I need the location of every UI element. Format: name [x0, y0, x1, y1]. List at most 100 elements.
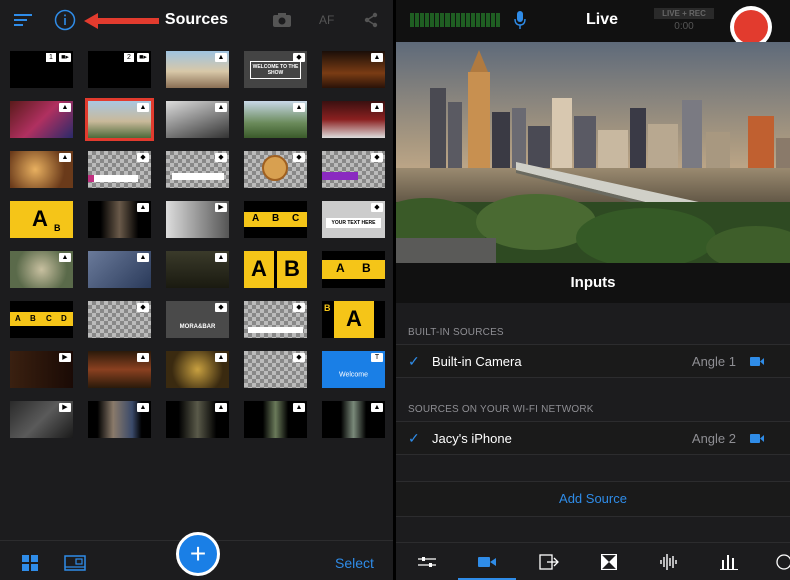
layers-icon: ◆ — [215, 153, 227, 162]
layers-icon: ◆ — [293, 153, 305, 162]
source-tile-photo[interactable]: ▲ — [322, 51, 385, 88]
source-tile-photo[interactable]: ▲ — [166, 401, 229, 438]
microphone-icon[interactable] — [512, 10, 528, 30]
plus-icon: + — [189, 538, 207, 569]
tile-letter: B — [324, 303, 331, 313]
source-angle: Angle 1 — [691, 354, 736, 369]
add-source-button[interactable]: Add Source — [396, 481, 790, 517]
source-tile-photo[interactable]: ▲ — [88, 401, 151, 438]
source-tile-overlay[interactable]: ◆ — [88, 301, 151, 338]
source-tile-title-welcome-blue[interactable]: T Welcome — [322, 351, 385, 388]
image-icon: ▲ — [137, 403, 149, 412]
image-icon: ▲ — [293, 403, 305, 412]
source-tile-camera-2[interactable]: 2 ■▸ — [88, 51, 151, 88]
source-row-built-in-camera[interactable]: ✓ Built-in Camera Angle 1 — [396, 344, 790, 378]
source-tile-photo[interactable]: ▲ — [244, 101, 307, 138]
tile-letter: B — [362, 261, 371, 275]
menu-icon[interactable] — [12, 9, 34, 31]
camera-icon[interactable] — [272, 11, 292, 29]
source-tile-overlay[interactable]: ◆ — [244, 351, 307, 388]
layers-icon: ◆ — [137, 303, 149, 312]
lower-third-bar — [172, 173, 224, 180]
layers-icon: ◆ — [293, 53, 305, 62]
wifi-sources-label: SOURCES ON YOUR WI-FI NETWORK — [408, 404, 594, 415]
chat-icon[interactable] — [772, 553, 790, 571]
audio-level-meter — [410, 13, 501, 27]
source-tile-logo-morabar[interactable]: ◆ MORA&BAR — [166, 301, 229, 338]
source-tile-split-ab[interactable]: A B — [10, 201, 73, 238]
live-bottom-toolbar — [396, 542, 790, 580]
layout-view-icon[interactable] — [64, 555, 86, 571]
tile-letter: A — [251, 256, 267, 281]
source-tile-photo[interactable]: ▲ — [166, 351, 229, 388]
sliders-icon[interactable] — [416, 553, 438, 571]
source-tile-video[interactable]: ▶ — [166, 201, 229, 238]
logo-graphic — [262, 155, 288, 181]
camera-inputs-icon[interactable] — [476, 553, 498, 571]
source-tile-logo[interactable]: ◆ — [244, 151, 307, 188]
source-tile-photo[interactable]: ▲ — [10, 151, 73, 188]
source-tile-photo[interactable]: ▲ — [10, 101, 73, 138]
annotation-arrow-icon — [84, 13, 159, 29]
layers-icon: ◆ — [293, 303, 305, 312]
image-icon: ▲ — [59, 253, 71, 262]
source-tile-video[interactable]: ▶ — [10, 401, 73, 438]
tile-title-text: MORA&BAR — [179, 323, 216, 330]
tile-title-text: YOUR TEXT HERE — [326, 218, 381, 229]
image-icon: ▲ — [215, 53, 227, 62]
grid-view-icon[interactable] — [22, 555, 38, 571]
image-icon: ▲ — [137, 103, 149, 112]
source-tile-lower-third[interactable]: ◆ — [88, 151, 151, 188]
stats-bars-icon[interactable] — [718, 553, 740, 571]
source-tile-photo[interactable]: ▲ — [322, 101, 385, 138]
share-icon[interactable] — [362, 11, 380, 29]
checkmark-icon: ✓ — [408, 430, 420, 446]
source-tile-photo-selected[interactable]: ▲ — [85, 98, 154, 141]
inputs-header: Inputs — [396, 263, 790, 303]
source-tile-photo[interactable]: ▲ — [244, 401, 307, 438]
layers-icon: ◆ — [293, 353, 305, 362]
source-row-jacys-iphone[interactable]: ✓ Jacy's iPhone Angle 2 — [396, 421, 790, 455]
tile-letter: C — [292, 213, 300, 224]
image-icon: ▲ — [137, 253, 149, 262]
source-tile-lower-third[interactable]: ◆ — [322, 151, 385, 188]
source-tile-title-your-text[interactable]: ◆ YOUR TEXT HERE — [322, 201, 385, 238]
video-camera-icon: ■▸ — [59, 53, 71, 62]
source-tile-title-welcome[interactable]: WELCOME TO THE SHOW ◆ — [244, 51, 307, 88]
info-icon[interactable] — [54, 9, 76, 31]
image-icon: ▲ — [59, 103, 71, 112]
image-icon: ▲ — [371, 103, 383, 112]
output-icon[interactable] — [538, 553, 560, 571]
source-tile-photo[interactable]: ▲ — [166, 251, 229, 288]
image-icon: ▲ — [371, 403, 383, 412]
source-angle: Angle 2 — [691, 431, 736, 446]
source-tile-photo[interactable]: ▲ — [88, 351, 151, 388]
image-icon: ▲ — [371, 53, 383, 62]
source-tile-photo[interactable]: ▲ — [10, 251, 73, 288]
source-tile-split-abc[interactable]: A B C — [244, 201, 307, 238]
source-tile-overlay[interactable]: ◆ — [244, 301, 307, 338]
source-tile-photo[interactable]: ▲ — [166, 101, 229, 138]
video-camera-icon: ■▸ — [137, 53, 149, 62]
live-rec-status: LIVE + REC 0:00 — [654, 8, 714, 36]
source-tile-photo[interactable]: ▲ — [166, 51, 229, 88]
source-name: Built-in Camera — [432, 354, 522, 369]
ab-strip — [322, 260, 385, 279]
source-tile-split-abcd[interactable]: A B C D — [10, 301, 73, 338]
audio-waveform-icon[interactable] — [658, 553, 680, 571]
transition-icon[interactable] — [598, 553, 620, 571]
autofocus-label[interactable]: AF — [319, 13, 334, 27]
play-icon: ▶ — [215, 203, 227, 212]
source-tile-split-ab[interactable]: A B — [244, 251, 307, 288]
source-tile-split-ab-large[interactable]: B A — [322, 301, 385, 338]
image-icon: ▲ — [293, 103, 305, 112]
source-tile-split-ab-strip[interactable]: A B — [322, 251, 385, 288]
source-tile-photo[interactable]: ▲ — [322, 401, 385, 438]
source-tile-photo[interactable]: ▲ — [88, 251, 151, 288]
source-tile-video[interactable]: ▲ — [88, 201, 151, 238]
select-button[interactable]: Select — [335, 555, 374, 571]
source-tile-lower-third[interactable]: ◆ — [166, 151, 229, 188]
source-tile-camera-1[interactable]: 1 ■▸ — [10, 51, 73, 88]
add-source-plus-button[interactable]: + — [176, 532, 220, 576]
source-tile-video[interactable]: ▶ — [10, 351, 73, 388]
